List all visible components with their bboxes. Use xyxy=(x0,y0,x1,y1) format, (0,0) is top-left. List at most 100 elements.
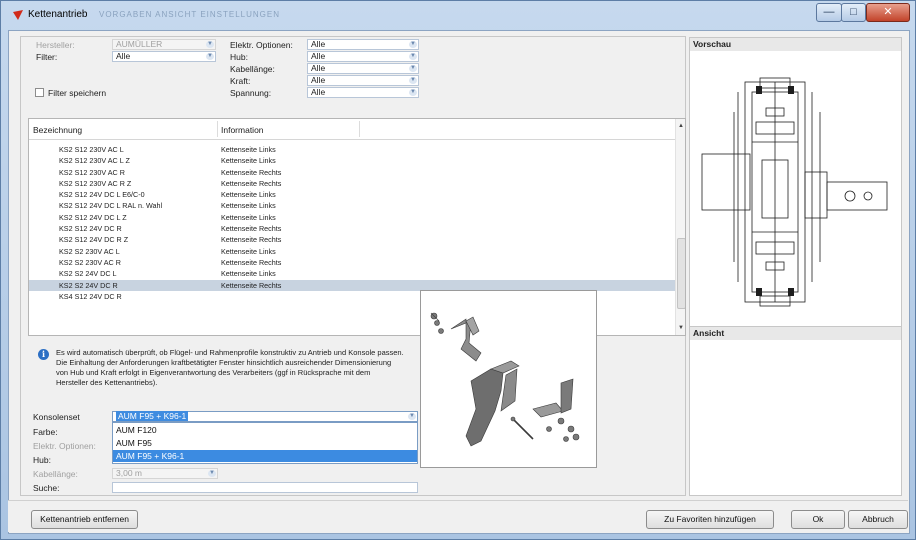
row-information: Kettenseite Links xyxy=(221,212,276,222)
elektr-optionen-label: Elektr. Optionen: xyxy=(230,40,293,50)
dropdown-option[interactable]: AUM F120 xyxy=(113,424,417,436)
maximize-button[interactable]: □ xyxy=(841,3,866,22)
minimize-button[interactable]: — xyxy=(816,3,842,22)
filter-label: Filter: xyxy=(36,52,58,62)
list-header: Bezeichnung Information xyxy=(29,119,675,140)
row-bezeichnung: KS2 S12 24V DC L Z xyxy=(59,212,127,222)
row-information: Kettenseite Rechts xyxy=(221,257,282,267)
info-text: Es wird automatisch überprüft, ob Flügel… xyxy=(56,348,404,387)
row-bezeichnung: KS2 S2 24V DC L xyxy=(59,269,117,279)
kabellaenge-combo[interactable]: Alle ▼ xyxy=(307,63,419,74)
filter-combo[interactable]: Alle ▼ xyxy=(112,51,216,62)
konsolenset-preview-image xyxy=(420,290,597,468)
title-bar: Kettenantrieb VORGABEN ANSICHT EINSTELLU… xyxy=(1,1,915,29)
table-row[interactable]: KS2 S12 230V AC R Kettenseite Rechts xyxy=(29,167,675,178)
row-bezeichnung: KS2 S12 24V DC L RAL n. Wahl xyxy=(59,201,163,211)
chevron-down-icon: ▼ xyxy=(206,41,214,48)
spannung-combo[interactable]: Alle ▼ xyxy=(307,87,419,98)
close-button[interactable]: ✕ xyxy=(866,3,910,22)
table-row[interactable]: KS2 S2 24V DC L Kettenseite Links xyxy=(29,268,675,279)
elektr-optionen-combo[interactable]: Alle ▼ xyxy=(307,39,419,50)
profile-drawing xyxy=(701,77,888,307)
kabellaenge-form-label: Kabellänge: xyxy=(33,469,78,479)
dropdown-option[interactable]: AUM F95 xyxy=(113,437,417,449)
row-information: Kettenseite Links xyxy=(221,269,276,279)
konsolenset-combo[interactable]: AUM F95 + K96-1 ▼ xyxy=(112,411,418,422)
table-row[interactable]: KS2 S12 230V AC L Z Kettenseite Links xyxy=(29,155,675,166)
scroll-down-icon[interactable]: ▼ xyxy=(678,325,684,331)
row-bezeichnung: KS2 S12 24V DC L E6/C-0 xyxy=(59,190,145,200)
row-information: Kettenseite Rechts xyxy=(221,280,282,290)
ok-button[interactable]: Ok xyxy=(791,510,845,529)
add-favorites-button[interactable]: Zu Favoriten hinzufügen xyxy=(646,510,774,529)
hub-label: Hub: xyxy=(230,52,248,62)
row-bezeichnung: KS2 S12 230V AC R Z xyxy=(59,178,132,188)
column-bezeichnung[interactable]: Bezeichnung xyxy=(33,125,82,135)
kabellaenge-form-combo: 3,00 m ▼ xyxy=(112,468,218,479)
farbe-label: Farbe: xyxy=(33,427,58,437)
table-row[interactable]: KS2 S12 24V DC R Z Kettenseite Rechts xyxy=(29,234,675,245)
kraft-label: Kraft: xyxy=(230,76,251,86)
chevron-down-icon: ▼ xyxy=(409,53,417,60)
table-row[interactable]: KS2 S12 230V AC R Z Kettenseite Rechts xyxy=(29,178,675,189)
kraft-combo[interactable]: Alle ▼ xyxy=(307,75,419,86)
kabellaenge-label: Kabellänge: xyxy=(230,64,275,74)
hub-combo[interactable]: Alle ▼ xyxy=(307,51,419,62)
filter-speichern-label: Filter speichern xyxy=(48,88,107,98)
suche-input[interactable] xyxy=(112,482,418,493)
row-bezeichnung: KS2 S2 230V AC L xyxy=(59,246,120,256)
row-information: Kettenseite Rechts xyxy=(221,224,282,234)
list-scrollbar[interactable]: ▲ ▼ xyxy=(675,119,685,335)
row-bezeichnung: KS4 S12 24V DC R xyxy=(59,291,122,301)
column-information[interactable]: Information xyxy=(221,125,264,135)
row-bezeichnung: KS2 S12 24V DC R Z xyxy=(59,235,129,245)
row-information: Kettenseite Links xyxy=(221,156,276,166)
info-icon: i xyxy=(38,349,49,360)
row-bezeichnung: KS2 S12 230V AC L Z xyxy=(59,156,130,166)
ansicht-title: Ansicht xyxy=(690,327,901,340)
row-information: Kettenseite Rechts xyxy=(221,167,282,177)
table-row[interactable]: KS2 S12 24V DC R Kettenseite Rechts xyxy=(29,223,675,234)
row-information: Kettenseite Links xyxy=(221,246,276,256)
table-row[interactable]: KS2 S12 24V DC L E6/C-0 Kettenseite Links xyxy=(29,189,675,200)
ghost-menu: VORGABEN ANSICHT EINSTELLUNGEN xyxy=(99,10,280,19)
table-row[interactable]: KS2 S12 24V DC L RAL n. Wahl Kettenseite … xyxy=(29,200,675,211)
hub-form-label: Hub: xyxy=(33,455,51,465)
window-title: Kettenantrieb xyxy=(28,9,88,20)
scroll-thumb[interactable] xyxy=(677,238,685,309)
table-row[interactable]: KS2 S12 24V DC L Z Kettenseite Links xyxy=(29,212,675,223)
row-information: Kettenseite Links xyxy=(221,201,276,211)
cancel-button[interactable]: Abbruch xyxy=(848,510,908,529)
chevron-down-icon: ▼ xyxy=(409,41,417,48)
hersteller-combo: AUMÜLLER ▼ xyxy=(112,39,216,50)
row-information: Kettenseite Rechts xyxy=(221,235,282,245)
row-bezeichnung: KS2 S2 230V AC R xyxy=(59,257,121,267)
chevron-down-icon: ▼ xyxy=(208,470,216,477)
konsolenset-dropdown: AUM F120 AUM F95 AUM F95 + K96-1 xyxy=(112,422,418,464)
remove-drive-button[interactable]: Kettenantrieb entfernen xyxy=(31,510,138,529)
elektr-optionen-form-label: Elektr. Optionen: xyxy=(33,441,96,451)
chevron-down-icon: ▼ xyxy=(409,89,417,96)
hersteller-label: Hersteller: xyxy=(36,40,75,50)
scroll-up-icon[interactable]: ▲ xyxy=(678,123,684,129)
list-rows: KS2 S12 230V AC L Kettenseite Links KS2 S1… xyxy=(29,144,675,302)
row-bezeichnung: KS2 S2 24V DC R xyxy=(59,280,118,290)
row-information: Kettenseite Links xyxy=(221,190,276,200)
dropdown-option-selected[interactable]: AUM F95 + K96-1 xyxy=(113,450,417,462)
row-information: Kettenseite Links xyxy=(221,145,276,154)
filter-speichern-checkbox[interactable] xyxy=(35,88,44,97)
table-row[interactable]: KS2 S2 230V AC L Kettenseite Links xyxy=(29,246,675,257)
table-row[interactable]: KS2 S12 230V AC L Kettenseite Links xyxy=(29,144,675,155)
chevron-down-icon: ▼ xyxy=(409,77,417,84)
vorschau-panel: Vorschau xyxy=(689,37,902,327)
suche-label: Suche: xyxy=(33,483,60,493)
konsolenset-label: Konsolenset xyxy=(33,412,80,422)
table-row[interactable]: KS2 S2 230V AC R Kettenseite Rechts xyxy=(29,257,675,268)
chevron-down-icon: ▼ xyxy=(409,65,417,72)
app-icon xyxy=(13,10,23,20)
chevron-down-icon: ▼ xyxy=(408,413,416,420)
chevron-down-icon: ▼ xyxy=(206,53,214,60)
ansicht-panel: Ansicht xyxy=(689,326,902,496)
row-bezeichnung: KS2 S12 230V AC R xyxy=(59,167,125,177)
vorschau-title: Vorschau xyxy=(690,38,901,51)
